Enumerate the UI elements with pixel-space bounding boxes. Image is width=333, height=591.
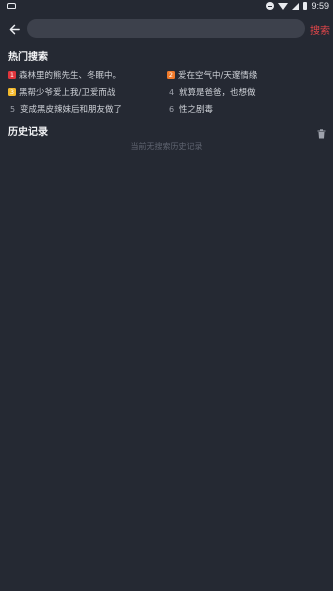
hot-search-text: 爱在空气中/天邃情缘 [178, 71, 258, 81]
history-title: 历史记录 [8, 127, 48, 138]
clear-history-button[interactable] [317, 124, 326, 139]
hot-search-item[interactable]: 1 森林里的熊先生、冬眠中。 [8, 69, 121, 81]
hot-search-item[interactable]: 3 黑帮少爷爱上我/卫爱而战 [8, 86, 115, 98]
do-not-disturb-icon [266, 2, 275, 10]
empty-history-text: 当前无搜索历史记录 [130, 142, 203, 151]
hot-search-item[interactable]: 4 就算是爸爸，也想做 [167, 86, 256, 99]
search-input[interactable] [35, 23, 305, 34]
notification-icon [7, 3, 16, 9]
rank-number: 6 [168, 104, 175, 114]
rank-number: 5 [9, 104, 16, 114]
hot-search-text: 就算是爸爸，也想做 [179, 88, 256, 98]
hot-search-text: 黑帮少爷爱上我/卫爱而战 [19, 88, 116, 98]
status-time: 9:59 [311, 1, 329, 11]
rank-number: 4 [168, 87, 175, 97]
rank-badge: 1 [8, 71, 16, 79]
arrow-left-icon [9, 24, 20, 34]
search-bar: 搜索 [0, 18, 333, 40]
back-button[interactable] [6, 20, 22, 38]
hot-search-text: 森林里的熊先生、冬眠中。 [19, 71, 122, 81]
trash-icon [317, 129, 326, 139]
hot-search-item[interactable]: 6 性之剧毒 [167, 103, 214, 116]
hot-search-item[interactable]: 2 爱在空气中/天邃情缘 [167, 69, 257, 81]
hot-search-text: 变成黑皮辣妹后和朋友做了 [20, 105, 123, 115]
rank-badge: 2 [167, 71, 175, 79]
rank-badge: 3 [8, 88, 16, 96]
battery-icon [303, 2, 308, 10]
signal-icon [292, 2, 300, 10]
status-bar: 9:59 [0, 0, 333, 14]
search-field[interactable] [27, 19, 305, 38]
wifi-icon [278, 2, 289, 10]
hot-search-text: 性之剧毒 [179, 105, 214, 115]
search-button[interactable]: 搜索 [310, 22, 330, 37]
status-icons: 9:59 [266, 1, 329, 11]
hot-search-title: 热门搜索 [8, 52, 48, 63]
hot-search-item[interactable]: 5 变成黑皮辣妹后和朋友做了 [8, 103, 123, 116]
